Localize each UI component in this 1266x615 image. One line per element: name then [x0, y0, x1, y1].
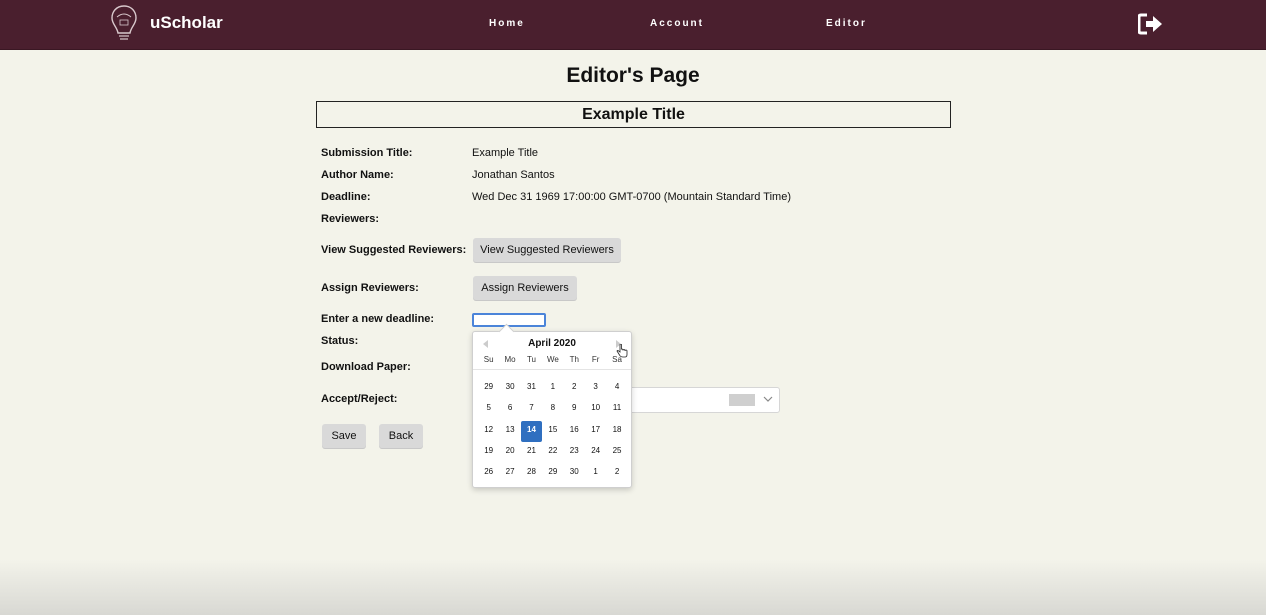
new-deadline-label: Enter a new deadline:	[321, 313, 435, 325]
back-button[interactable]: Back	[379, 424, 423, 448]
calendar-day[interactable]: 1	[585, 463, 606, 484]
calendar-day[interactable]: 20	[499, 442, 520, 463]
calendar-day[interactable]: 19	[478, 442, 499, 463]
calendar-day[interactable]: 27	[499, 463, 520, 484]
nav-editor[interactable]: Editor	[826, 18, 867, 29]
reviewers-label: Reviewers:	[321, 213, 380, 225]
calendar-day[interactable]: 26	[478, 463, 499, 484]
calendar-day[interactable]: 29	[478, 378, 499, 399]
submission-title-value: Example Title	[472, 147, 539, 159]
calendar-day[interactable]: 2	[606, 463, 627, 484]
calendar-day[interactable]: 12	[478, 421, 499, 442]
calendar-day[interactable]: 4	[606, 378, 627, 399]
new-deadline-input[interactable]	[472, 313, 546, 327]
calendar-day[interactable]: 8	[542, 399, 563, 420]
calendar-day[interactable]: 17	[585, 421, 606, 442]
calendar-day[interactable]: 7	[521, 399, 542, 420]
calendar-day[interactable]: 3	[585, 378, 606, 399]
submission-title-banner: Example Title	[316, 101, 951, 128]
calendar-day[interactable]: 18	[606, 421, 627, 442]
calendar-day[interactable]: 22	[542, 442, 563, 463]
weekday-label: We	[546, 355, 559, 364]
view-suggested-reviewers-label: View Suggested Reviewers:	[321, 244, 467, 256]
nav-account[interactable]: Account	[650, 18, 704, 29]
calendar-week-row: 5 6 7 8 9 10 11	[478, 399, 628, 420]
calendar-day[interactable]: 15	[542, 421, 563, 442]
deadline-value: Wed Dec 31 1969 17:00:00 GMT-0700 (Mount…	[472, 191, 791, 203]
accept-reject-select[interactable]	[620, 387, 780, 413]
weekday-header: Su Mo Tu We Th Fr Sa	[478, 355, 628, 364]
hand-pointer-cursor-icon	[616, 344, 628, 358]
calendar-day[interactable]: 11	[606, 399, 627, 420]
calendar-day[interactable]: 10	[585, 399, 606, 420]
brand-name[interactable]: uScholar	[150, 13, 223, 33]
calendar-day-selected[interactable]: 14	[520, 420, 543, 442]
submission-title-label: Submission Title:	[321, 147, 413, 159]
author-name-value: Jonathan Santos	[472, 169, 555, 181]
calendar-day[interactable]: 30	[499, 378, 520, 399]
calendar-day[interactable]: 2	[564, 378, 585, 399]
calendar-day[interactable]: 30	[564, 463, 585, 484]
calendar-day[interactable]: 29	[542, 463, 563, 484]
top-navbar: uScholar Home Account Editor	[0, 0, 1266, 50]
datepicker-month-label: April 2020	[528, 338, 576, 349]
calendar-day[interactable]: 1	[542, 378, 563, 399]
weekday-label: Su	[483, 355, 494, 364]
weekday-label: Mo	[504, 355, 516, 364]
datepicker-popup: April 2020 Su Mo Tu We Th Fr Sa 29 30 31 1 2 3 4 5 6 7 8…	[472, 323, 632, 488]
calendar-day[interactable]: 21	[521, 442, 542, 463]
calendar-week-row: 12 13 14 15 16 17 18	[478, 420, 628, 442]
weekday-label: Th	[569, 355, 579, 364]
accept-reject-label: Accept/Reject:	[321, 393, 398, 405]
lightbulb-logo-icon	[111, 5, 137, 40]
calendar-day[interactable]: 28	[521, 463, 542, 484]
select-value-placeholder	[729, 394, 755, 406]
chevron-down-icon	[763, 396, 773, 402]
calendar-week-row: 26 27 28 29 30 1 2	[478, 463, 628, 484]
save-button[interactable]: Save	[322, 424, 366, 448]
calendar-day[interactable]: 24	[585, 442, 606, 463]
calendar-day[interactable]: 5	[478, 399, 499, 420]
calendar-day[interactable]: 31	[521, 378, 542, 399]
calendar-day[interactable]: 23	[564, 442, 585, 463]
bottom-fade	[0, 560, 1266, 615]
status-label: Status:	[321, 335, 359, 347]
calendar-week-row: 29 30 31 1 2 3 4	[478, 378, 628, 399]
author-name-label: Author Name:	[321, 169, 394, 181]
calendar-day[interactable]: 9	[564, 399, 585, 420]
datepicker-day-grid: 29 30 31 1 2 3 4 5 6 7 8 9 10 11 12 13 14 15 16 17 18 19 20 21 2…	[478, 378, 628, 484]
nav-home[interactable]: Home	[489, 18, 525, 29]
download-paper-label: Download Paper:	[321, 361, 411, 373]
datepicker-divider	[473, 369, 631, 370]
page-title: Editor's Page	[566, 64, 700, 87]
calendar-day[interactable]: 25	[606, 442, 627, 463]
weekday-label: Fr	[591, 355, 600, 364]
view-suggested-reviewers-button[interactable]: View Suggested Reviewers	[473, 238, 621, 262]
calendar-day[interactable]: 6	[499, 399, 520, 420]
sign-out-icon[interactable]	[1138, 13, 1164, 35]
calendar-day[interactable]: 13	[499, 421, 520, 442]
deadline-label: Deadline:	[321, 191, 371, 203]
assign-reviewers-button[interactable]: Assign Reviewers	[473, 276, 577, 300]
weekday-label: Tu	[526, 355, 536, 364]
calendar-day[interactable]: 16	[564, 421, 585, 442]
calendar-week-row: 19 20 21 22 23 24 25	[478, 442, 628, 463]
assign-reviewers-label: Assign Reviewers:	[321, 282, 419, 294]
